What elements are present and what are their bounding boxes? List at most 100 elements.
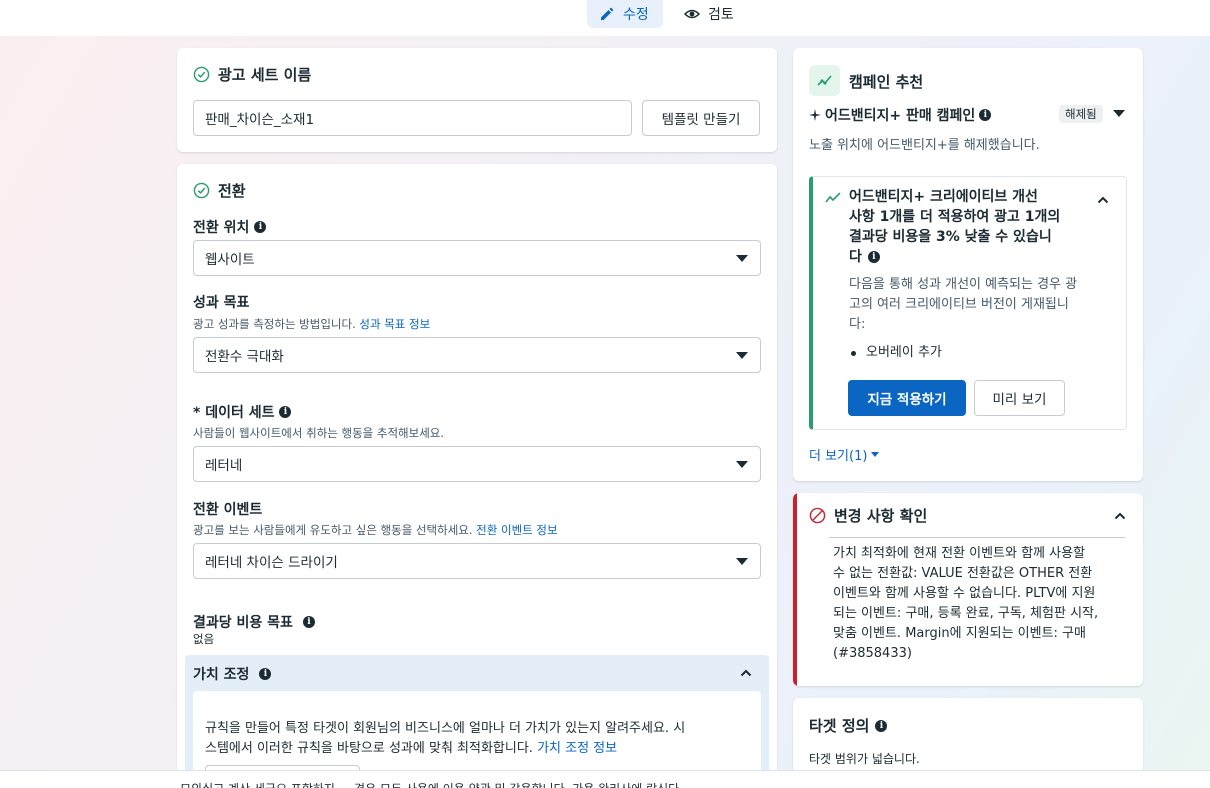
info-icon[interactable]: i — [259, 668, 272, 680]
campaign-recommendation-card: 캠페인 추천 어드밴티지+ 판매 캠페인 i 해제됨 노출 위치에 어드밴티지+… — [793, 48, 1143, 481]
review-line-5: 맞춤 이벤트. Margin에 지원되는 이벤트: 구매 — [833, 626, 1086, 641]
eye-icon — [684, 9, 700, 19]
advantage-disabled-desc: 노출 위치에 어드밴티지+를 해제했습니다. — [809, 134, 1040, 153]
review-line-4: 되는 이벤트: 구매, 등록 완료, 구독, 체험판 시작, — [833, 606, 1099, 621]
tip-title-line1: 어드밴티지+ 크리에이티브 개선 — [849, 189, 1038, 205]
advantage-tip-body: 다음을 통해 성과 개선이 예측되는 경우 광 고의 여러 크리에이티브 버전이… — [849, 275, 1077, 335]
chevron-up-icon[interactable] — [1096, 193, 1110, 207]
tip-title-line4: 다 — [849, 249, 862, 265]
review-changes-card: 변경 사항 확인 가치 최적화에 현재 전환 이벤트와 함께 사용할 수 없는 … — [793, 493, 1143, 686]
review-line-3: 이벤트와 함께 사용할 수 없습니다. PLTV에 지원 — [833, 586, 1096, 601]
preview-label: 미리 보기 — [992, 392, 1047, 408]
caret-down-icon — [736, 352, 748, 359]
apply-now-button[interactable]: 지금 적용하기 — [848, 380, 966, 416]
conversion-event-text: 전환 이벤트 — [193, 502, 263, 518]
info-icon[interactable]: i — [302, 616, 315, 628]
advantage-disabled-desc-text: 노출 위치에 어드밴티지+를 해제했습니다. — [809, 138, 1040, 153]
conversion-title: 전환 — [218, 182, 246, 200]
recommendation-badge-icon — [809, 65, 840, 96]
caret-down-icon — [736, 461, 748, 468]
review-line-2: 수 없는 전환값: VALUE 전환값은 OTHER 전환 — [833, 566, 1093, 581]
value-adjustment-section: 가치 조정 i 규칙을 만들어 특정 타겟이 회원님의 비즈니스에 얼마나 더 … — [185, 655, 769, 788]
dataset-desc: 사람들이 웹사이트에서 취하는 행동을 추적해보세요. — [193, 425, 444, 441]
check-circle-icon — [193, 66, 210, 83]
conversion-event-label: 전환 이벤트 — [193, 499, 262, 519]
conversion-event-desc: 광고를 보는 사람들에게 유도하고 싶은 행동을 선택하세요. 전환 이벤트 정… — [193, 522, 558, 538]
create-template-label: 템플릿 만들기 — [661, 112, 741, 128]
create-template-button[interactable]: 템플릿 만들기 — [642, 100, 760, 136]
error-accent-bar — [793, 493, 797, 686]
prohibited-icon — [809, 507, 826, 524]
adset-name-title: 광고 세트 이름 — [218, 66, 312, 84]
caret-down-icon — [736, 255, 748, 262]
tab-review-label: 검토 — [708, 7, 734, 23]
chevron-up-icon[interactable] — [739, 666, 753, 680]
adset-name-card: 광고 세트 이름 판매_차이슨_소재1 템플릿 만들기 — [177, 48, 777, 152]
value-adjustment-info-link[interactable]: 가치 조정 정보 — [537, 741, 617, 756]
performance-goal-label: 성과 목표 — [193, 292, 249, 312]
conversion-location-value: 웹사이트 — [205, 252, 255, 268]
target-definition-desc-text: 타겟 범위가 넓습니다. — [809, 752, 920, 766]
tip-body-line2: 고의 여러 크리에이티브 버전이 게재됩니 — [849, 297, 1069, 312]
campaign-recommendation-heading: 캠페인 추천 — [849, 71, 923, 92]
value-adjustment-title: 가치 조정 — [193, 667, 250, 683]
conversion-event-value: 레터네 차이슨 드라이기 — [205, 555, 338, 571]
review-changes-heading: 변경 사항 확인 — [809, 505, 927, 526]
performance-goal-select[interactable]: 전환수 극대화 — [193, 337, 761, 373]
caret-down-icon — [871, 452, 880, 457]
cost-per-result-value: 없음 — [193, 631, 214, 647]
conversion-card: 전환 전환 위치 i 웹사이트 성과 목표 광고 성과를 측정하는 방법입니다.… — [177, 164, 777, 788]
value-adjustment-heading: 가치 조정 i — [193, 664, 272, 684]
conversion-location-text: 전환 위치 — [193, 220, 250, 236]
info-icon[interactable]: i — [279, 406, 292, 418]
performance-goal-desc-text: 광고 성과를 측정하는 방법입니다. — [193, 317, 356, 331]
campaign-recommendation-title: 캠페인 추천 — [849, 73, 924, 91]
adset-name-input[interactable]: 판매_차이슨_소재1 — [193, 100, 632, 136]
tab-edit[interactable]: 수정 — [587, 0, 663, 28]
preview-button[interactable]: 미리 보기 — [974, 380, 1065, 416]
tab-review[interactable]: 검토 — [672, 0, 752, 28]
dataset-label: * 데이터 세트 i — [193, 402, 292, 422]
target-definition-heading: 타겟 정의 i — [809, 715, 888, 736]
conversion-event-info-link[interactable]: 전환 이벤트 정보 — [476, 523, 557, 537]
conversion-event-select[interactable]: 레터네 차이슨 드라이기 — [193, 543, 761, 579]
cost-per-result-text: 결과당 비용 목표 — [193, 615, 293, 631]
pencil-icon — [601, 7, 614, 20]
value-adjustment-desc-line1: 규칙을 만들어 특정 타겟이 회원님의 비즈니스에 얼마나 더 가치가 있는지 … — [205, 721, 686, 736]
info-icon[interactable]: i — [979, 109, 992, 121]
bullet-dot — [851, 350, 856, 356]
sparkle-icon — [809, 109, 821, 121]
review-changes-message: 가치 최적화에 현재 전환 이벤트와 함께 사용할 수 없는 전환값: VALU… — [833, 544, 1098, 664]
performance-goal-value: 전환수 극대화 — [205, 349, 284, 365]
performance-goal-info-link[interactable]: 성과 목표 정보 — [359, 317, 430, 331]
target-definition-desc: 타겟 범위가 넓습니다. — [809, 750, 920, 767]
apply-now-label: 지금 적용하기 — [867, 392, 947, 408]
review-line-6: (#3858433) — [833, 646, 912, 661]
divider — [829, 537, 1125, 538]
bottom-footer-bar: 모의실고 계산 세금으 포함하지 ... 경우 모두 사용에 이용 약관 및 각… — [0, 770, 1210, 788]
sparkle-trend-icon — [816, 74, 832, 86]
review-line-1: 가치 최적화에 현재 전환 이벤트와 함께 사용할 — [833, 546, 1086, 561]
chevron-up-icon[interactable] — [1113, 509, 1127, 523]
see-more-text: 더 보기(1) — [809, 449, 868, 464]
adset-name-heading: 광고 세트 이름 — [193, 64, 311, 85]
target-definition-title: 타겟 정의 — [809, 717, 870, 735]
info-icon[interactable]: i — [254, 221, 267, 233]
status-badge: 해제됨 — [1059, 105, 1103, 123]
dataset-select[interactable]: 레터네 — [193, 446, 761, 482]
conversion-location-label: 전환 위치 i — [193, 217, 267, 237]
info-icon[interactable]: i — [867, 251, 880, 263]
dataset-desc-text: 사람들이 웹사이트에서 취하는 행동을 추적해보세요. — [193, 426, 445, 440]
top-tab-bar: 수정 검토 — [0, 0, 1210, 36]
tip-title-line3: 결과당 비용을 3% 낮출 수 있습니 — [849, 229, 1052, 245]
info-icon[interactable]: i — [875, 719, 888, 732]
caret-down-icon — [736, 558, 748, 565]
performance-goal-desc: 광고 성과를 측정하는 방법입니다. 성과 목표 정보 — [193, 316, 430, 332]
tip-body-line3: 다: — [849, 317, 866, 332]
review-changes-title: 변경 사항 확인 — [834, 507, 928, 525]
see-more-link[interactable]: 더 보기(1) — [809, 445, 880, 464]
cost-per-result-value-text: 없음 — [193, 632, 215, 646]
conversion-location-select[interactable]: 웹사이트 — [193, 240, 761, 276]
caret-down-icon[interactable] — [1113, 110, 1125, 117]
value-adjustment-desc-line2: 스템에서 이러한 규칙을 바탕으로 성과에 맞춰 최적화합니다. — [205, 741, 533, 756]
